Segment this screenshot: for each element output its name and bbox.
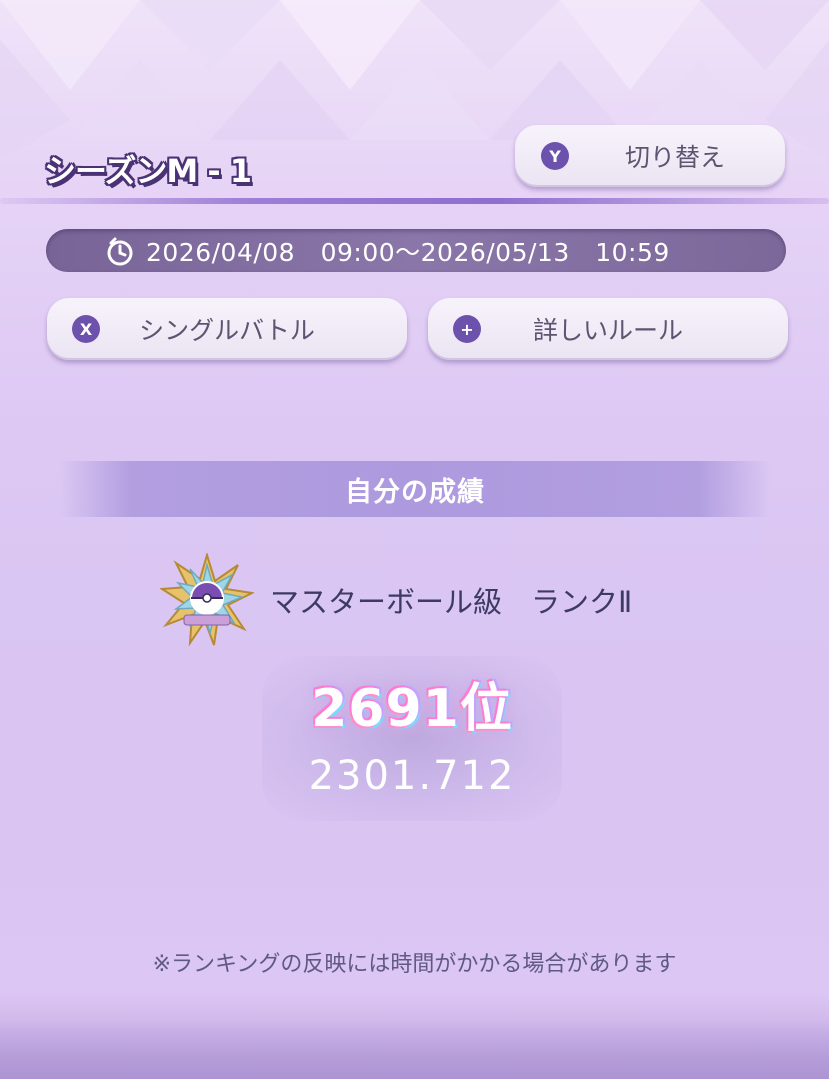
y-button-icon: Y: [541, 142, 569, 170]
switch-season-button[interactable]: Y 切り替え: [515, 125, 785, 187]
plus-button-icon: +: [453, 315, 481, 343]
ranking-placement: 2691位: [311, 679, 513, 739]
rating-value: 2301.712: [308, 753, 516, 799]
season-period-text: 2026/04/08 09:00〜2026/05/13 10:59: [146, 237, 670, 267]
season-title: シーズンM - 1: [44, 152, 252, 190]
timer-icon: [107, 237, 133, 265]
rank-label: マスターボール級 ランクⅡ: [270, 585, 633, 619]
my-results-header: 自分の成績: [60, 461, 770, 517]
season-period-bar: 2026/04/08 09:00〜2026/05/13 10:59: [46, 229, 786, 272]
ranking-note: ※ランキングの反映には時間がかかる場合があります: [152, 952, 677, 977]
header-divider: [0, 198, 829, 204]
single-battle-label: シングルバトル: [139, 316, 315, 345]
detailed-rules-button[interactable]: + 詳しいルール: [428, 298, 788, 360]
master-ball-rank-emblem-icon: [160, 553, 254, 647]
x-button-icon: X: [72, 315, 100, 343]
bottom-fade: [0, 1019, 829, 1079]
detailed-rules-label: 詳しいルール: [532, 316, 683, 345]
single-battle-button[interactable]: X シングルバトル: [47, 298, 407, 360]
rank-row: マスターボール級 ランクⅡ: [160, 553, 632, 647]
